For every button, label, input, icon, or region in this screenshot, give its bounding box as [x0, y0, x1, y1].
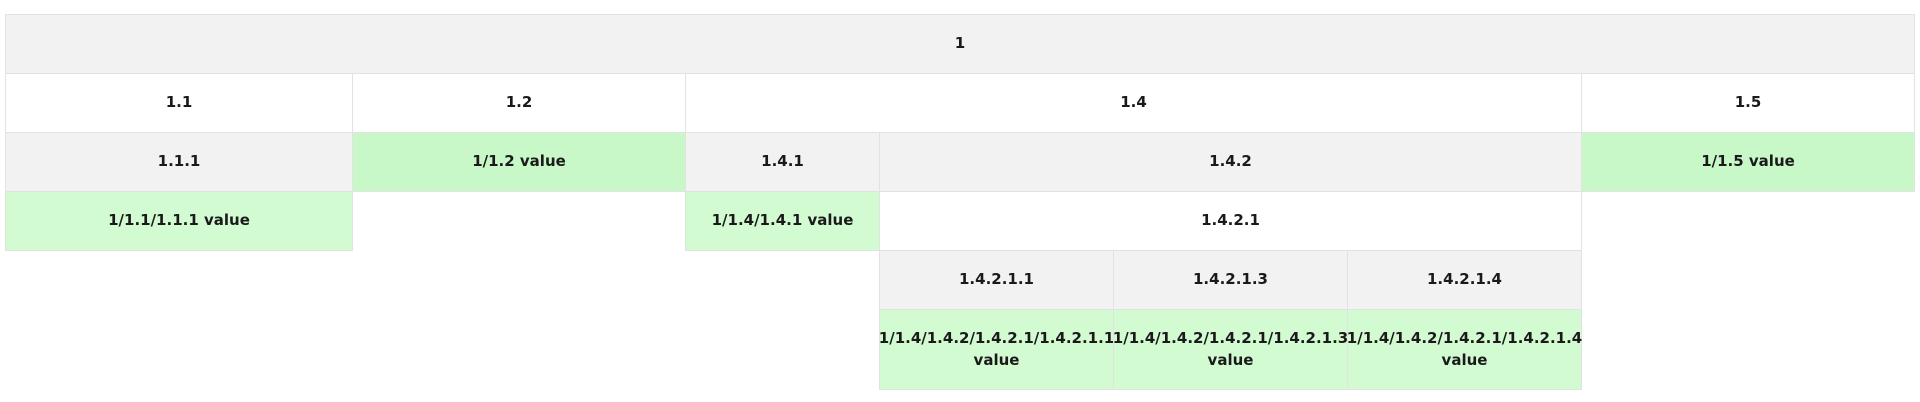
header-1-4-2-1-4: 1.4.2.1.4 — [1347, 250, 1582, 310]
header-1-5: 1.5 — [1581, 73, 1915, 133]
value-1-1-1: 1/1.1/1.1.1 value — [5, 191, 353, 251]
value-1-2: 1/1.2 value — [352, 132, 686, 192]
hierarchy-table: 1 1.1 1.2 1.4 1.5 1.1.1 1/1.2 value 1.4.… — [0, 0, 1920, 402]
header-1-4-2-1: 1.4.2.1 — [879, 191, 1582, 251]
value-1-5: 1/1.5 value — [1581, 132, 1915, 192]
value-1-4-2-1-4: 1/1.4/1.4.2/1.4.2.1/1.4.2.1.4 value — [1347, 309, 1582, 390]
header-1-4-2-1-1: 1.4.2.1.1 — [879, 250, 1114, 310]
header-1-4: 1.4 — [685, 73, 1582, 133]
header-1-4-2-1-3: 1.4.2.1.3 — [1113, 250, 1348, 310]
value-1-4-1: 1/1.4/1.4.1 value — [685, 191, 880, 251]
header-1-2: 1.2 — [352, 73, 686, 133]
header-1-4-1: 1.4.1 — [685, 132, 880, 192]
value-1-4-2-1-3: 1/1.4/1.4.2/1.4.2.1/1.4.2.1.3 value — [1113, 309, 1348, 390]
header-1-1: 1.1 — [5, 73, 353, 133]
value-1-4-2-1-1: 1/1.4/1.4.2/1.4.2.1/1.4.2.1.1 value — [879, 309, 1114, 390]
header-1: 1 — [5, 14, 1915, 74]
header-1-1-1: 1.1.1 — [5, 132, 353, 192]
header-1-4-2: 1.4.2 — [879, 132, 1582, 192]
